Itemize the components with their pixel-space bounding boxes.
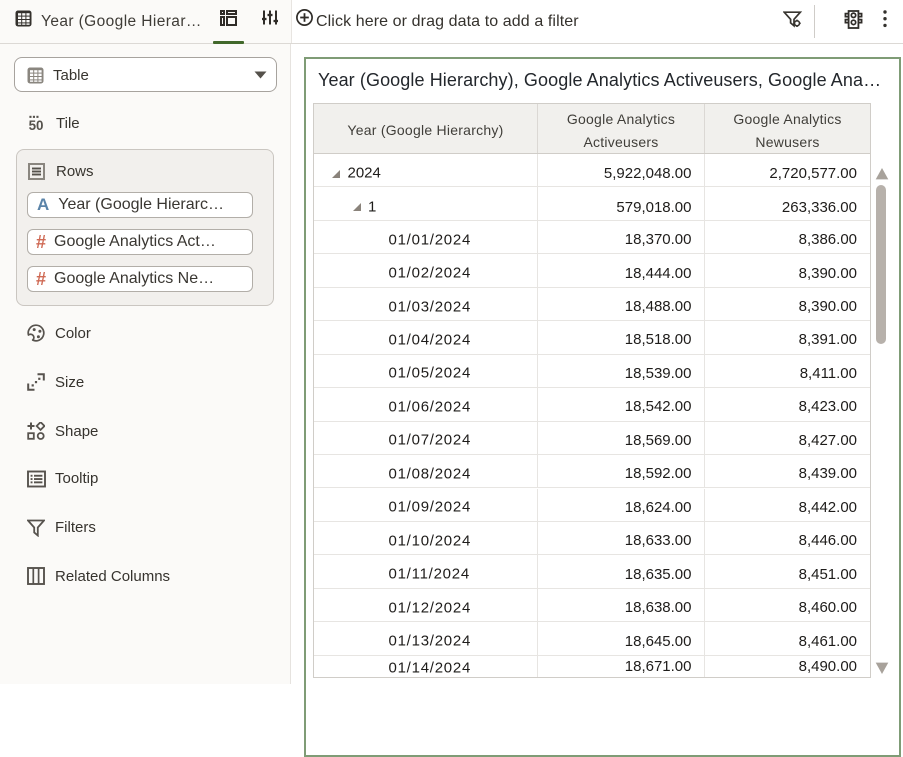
svg-text:50: 50 xyxy=(29,118,44,132)
